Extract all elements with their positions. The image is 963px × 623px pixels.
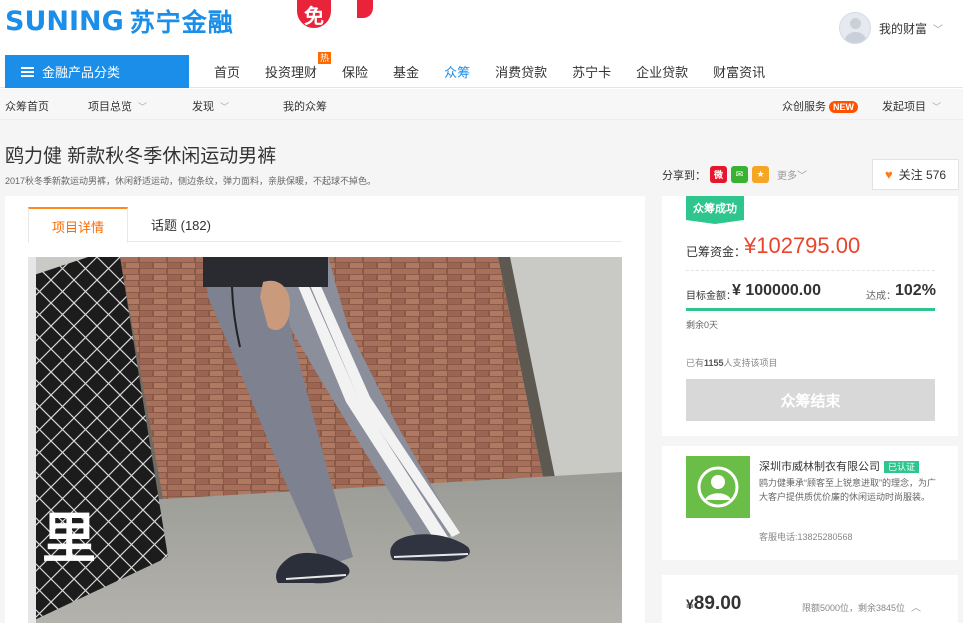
follow-label: 关注 bbox=[898, 168, 923, 182]
tab-project-details[interactable]: 项目详情 bbox=[28, 207, 129, 243]
svg-text:里: 里 bbox=[42, 507, 96, 570]
qzone-icon[interactable]: ★ bbox=[752, 166, 769, 183]
project-subtitle: 2017秋冬季新款运动男裤，休闲舒适运动，侧边条纹，弹力面料，亲肤保暖，不起球不… bbox=[5, 176, 377, 186]
subnav-launch-project[interactable]: 发起项目 ﹀ bbox=[882, 98, 941, 114]
reward-quota-text: 限额5000位，剩余3845位 bbox=[802, 603, 906, 613]
top-header: SUNING 苏宁金融 免 我的财富 ﹀ bbox=[0, 0, 963, 55]
nav-link-insurance[interactable]: 保险 bbox=[342, 62, 368, 81]
follow-count: 576 bbox=[926, 167, 947, 182]
promo-badge-secondary[interactable] bbox=[357, 0, 373, 18]
menu-icon bbox=[21, 66, 34, 77]
nav-link-consumer-loans[interactable]: 消费贷款 bbox=[495, 62, 547, 81]
subnav-services-label: 众创服务 bbox=[782, 101, 826, 113]
nav-link-home[interactable]: 首页 bbox=[214, 62, 240, 81]
target-label: 目标金额： bbox=[686, 291, 736, 302]
subnav-overview[interactable]: 项目总览 ﹀ bbox=[88, 98, 147, 114]
heart-icon: ♥ bbox=[884, 167, 893, 182]
main-nav: 金融产品分类 首页 投资理财热 保险 基金 众筹 消费贷款 苏宁卡 企业贷款 财… bbox=[0, 52, 963, 88]
logo-text-cn: 苏宁金融 bbox=[129, 8, 234, 37]
crowdfunding-ended-button[interactable]: 众筹结束 bbox=[686, 379, 935, 421]
product-category-button[interactable]: 金融产品分类 bbox=[5, 55, 189, 88]
supporters-prefix: 已有 bbox=[686, 358, 705, 368]
raised-amount: ¥102795.00 bbox=[744, 233, 861, 258]
subnav-my-crowdfunding[interactable]: 我的众筹 bbox=[283, 98, 327, 114]
user-menu-label[interactable]: 我的财富 bbox=[879, 20, 927, 37]
follow-button[interactable]: ♥ 关注 576 bbox=[872, 159, 959, 190]
project-detail-panel: 项目详情 话题 (182) 里 bbox=[5, 196, 645, 623]
wechat-icon[interactable]: ✉ bbox=[731, 166, 748, 183]
subnav-discover-label: 发现 bbox=[192, 101, 214, 113]
nav-links: 首页 投资理财热 保险 基金 众筹 消费贷款 苏宁卡 企业贷款 财富资讯 bbox=[214, 52, 790, 88]
supporters-suffix: 人支持该项目 bbox=[723, 358, 778, 368]
chevron-down-icon[interactable]: ﹀ bbox=[933, 21, 943, 36]
nav-link-suning-card[interactable]: 苏宁卡 bbox=[572, 62, 611, 81]
share-bar: 分享到： 微 ✉ ★ 更多﹀ bbox=[662, 166, 807, 183]
nav-link-funds[interactable]: 基金 bbox=[393, 62, 419, 81]
product-photo: 里 bbox=[28, 257, 622, 623]
target-amount: ¥ 100000.00 bbox=[732, 282, 821, 299]
company-phone: 客服电话:13825280568 bbox=[759, 532, 853, 542]
supporters-count: 1155 bbox=[704, 358, 724, 368]
share-more-link[interactable]: 更多﹀ bbox=[777, 167, 807, 182]
subnav-discover[interactable]: 发现 ﹀ bbox=[192, 98, 229, 114]
funding-progress-bar bbox=[686, 308, 935, 311]
reach-label: 达成： bbox=[866, 291, 896, 302]
subnav-overview-label: 项目总览 bbox=[88, 101, 132, 113]
reach-percent: 102% bbox=[895, 282, 936, 299]
user-icon bbox=[697, 466, 739, 508]
product-category-label: 金融产品分类 bbox=[42, 65, 121, 80]
progress-fill bbox=[686, 308, 935, 311]
company-description: 鸥力健秉承“顾客至上锐意进取”的理念，为广大客户提供质优价廉的休闲运动时尚服装。 bbox=[759, 478, 936, 502]
tab-topics[interactable]: 话题 (182) bbox=[128, 207, 234, 242]
verified-badge: 已认证 bbox=[884, 461, 920, 473]
subnav-home[interactable]: 众筹首页 bbox=[5, 98, 49, 114]
chevron-down-icon: ﹀ bbox=[932, 102, 942, 112]
funding-panel: 众筹成功 已筹资金： ¥102795.00 目标金额： ¥ 100000.00 … bbox=[662, 196, 958, 560]
supporters-text: 已有1155人支持该项目 bbox=[686, 356, 778, 369]
promo-badge[interactable]: 免 bbox=[297, 0, 331, 28]
days-left: 剩余0天 bbox=[686, 320, 719, 330]
share-label: 分享到： bbox=[662, 169, 706, 182]
avatar-icon[interactable] bbox=[838, 12, 871, 44]
reward-tier[interactable]: ¥89.00 限额5000位，剩余3845位 ︿ bbox=[662, 575, 958, 623]
chevron-down-icon: ﹀ bbox=[138, 102, 148, 112]
nav-link-wealth-news[interactable]: 财富资讯 bbox=[713, 62, 765, 81]
new-badge: NEW bbox=[829, 101, 858, 113]
crowdfunding-subnav: 众筹首页 项目总览 ﹀ 发现 ﹀ 我的众筹 众创服务 NEW 发起项目 ﹀ bbox=[0, 89, 963, 120]
reward-price-value: 89.00 bbox=[693, 593, 742, 614]
company-avatar[interactable] bbox=[686, 456, 750, 518]
project-title: 鸥力健 新款秋冬季休闲运动男裤 bbox=[5, 146, 277, 167]
nav-link-enterprise-loans[interactable]: 企业贷款 bbox=[636, 62, 688, 81]
detail-tabs: 项目详情 话题 (182) bbox=[28, 207, 622, 243]
logo-text-en: SUNING bbox=[5, 5, 124, 37]
company-name-row: 深圳市威林制衣有限公司 已认证 bbox=[759, 458, 920, 474]
chevron-down-icon: ﹀ bbox=[220, 102, 230, 112]
nav-link-crowdfunding[interactable]: 众筹 bbox=[444, 62, 470, 81]
subnav-launch-label: 发起项目 bbox=[882, 101, 926, 113]
section-gap bbox=[662, 436, 958, 446]
suning-finance-logo[interactable]: SUNING 苏宁金融 bbox=[5, 4, 234, 38]
subnav-services[interactable]: 众创服务 NEW bbox=[782, 98, 858, 114]
chevron-up-icon[interactable]: ︿ bbox=[911, 603, 921, 614]
user-menu[interactable]: 我的财富 ﹀ bbox=[838, 12, 943, 44]
weibo-icon[interactable]: 微 bbox=[710, 166, 727, 183]
company-name[interactable]: 深圳市威林制衣有限公司 bbox=[759, 461, 880, 473]
divider bbox=[686, 270, 935, 271]
reward-quota: 限额5000位，剩余3845位 ︿ bbox=[802, 599, 921, 614]
nav-link-investment-label: 投资理财 bbox=[265, 65, 318, 80]
status-badge: 众筹成功 bbox=[686, 196, 744, 224]
hot-badge: 热 bbox=[318, 52, 332, 64]
nav-link-investment[interactable]: 投资理财热 bbox=[265, 52, 332, 81]
reward-currency: ¥ bbox=[686, 596, 694, 612]
reward-price: ¥89.00 bbox=[686, 593, 741, 615]
raised-label: 已筹资金： bbox=[686, 245, 747, 259]
